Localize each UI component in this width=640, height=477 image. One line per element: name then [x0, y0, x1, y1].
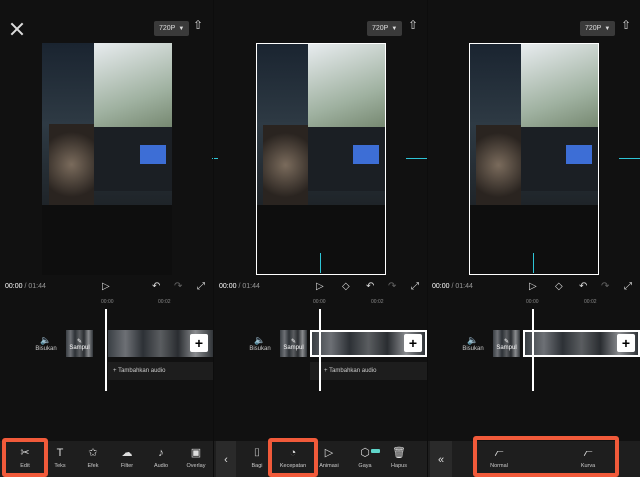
add-audio-row[interactable]: + Tambahkan audio — [108, 362, 213, 380]
cover-label: ✎ Sampul — [496, 339, 517, 351]
cover-label: ✎ Sampul — [283, 339, 304, 351]
keyframe-icon[interactable]: ◇ — [555, 281, 563, 292]
mute-button[interactable]: 🔈 Bisukan — [248, 335, 272, 352]
add-clip-button[interactable]: + — [617, 334, 635, 352]
resolution-dropdown[interactable]: 720P ▼ — [580, 21, 616, 36]
canvas-edge-line — [212, 158, 213, 159]
highlight-box-speed-options — [473, 436, 619, 477]
fullscreen-icon[interactable]: ⤢ — [624, 281, 632, 292]
canvas-edge-line — [214, 158, 218, 159]
cover-label: ✎ Sampul — [69, 339, 90, 351]
ruler-mark-2: 00:02 — [158, 299, 171, 305]
editor-panel-edit: 720P ▼ ⇧ 00:00 / 01:44 ▷ ◇ ↶ ↷ ⤢ 00:00 00… — [214, 0, 427, 477]
chevron-left-icon[interactable]: ‹ — [214, 447, 241, 467]
speaker-icon: 🔈 — [467, 335, 479, 345]
video-preview[interactable] — [256, 43, 386, 275]
video-preview[interactable] — [469, 43, 599, 275]
redo-icon[interactable]: ↷ — [174, 281, 182, 292]
redo-icon[interactable]: ↷ — [601, 281, 609, 292]
tool-overlay[interactable]: ▣ Overlay — [181, 447, 211, 469]
canvas-center-line — [533, 253, 534, 273]
playhead[interactable] — [532, 309, 534, 391]
editor-panel-speed: 720P ▼ ⇧ 00:00 / 01:44 ▷ ◇ ↶ ↷ ⤢ 00:00 00… — [428, 0, 640, 477]
mute-button[interactable]: 🔈 Bisukan — [461, 335, 485, 352]
caret-down-icon: ▼ — [391, 26, 398, 32]
editor-panel-main: 720P ▼ ⇧ 00:00 / 01:44 ▷ ↶ ↷ ⤢ 00:00 00:0… — [0, 0, 213, 477]
mute-button[interactable]: 🔈 Bisukan — [34, 335, 58, 352]
resolution-label: 720P — [585, 25, 602, 32]
animation-icon: ▷ — [324, 447, 334, 459]
resolution-label: 720P — [159, 25, 176, 32]
fullscreen-icon[interactable]: ⤢ — [197, 281, 205, 292]
export-icon[interactable]: ⇧ — [192, 18, 204, 34]
text-icon: T — [56, 447, 64, 459]
tool-teks[interactable]: T Teks — [45, 447, 75, 469]
add-clip-button[interactable]: + — [190, 334, 208, 352]
timecode: 00:00 / 01:44 — [219, 283, 260, 290]
caret-down-icon: ▼ — [178, 26, 185, 32]
tool-label: Filter — [120, 463, 134, 469]
tool-label: Gaya — [358, 463, 372, 469]
ruler-mark-0: 00:00 — [526, 299, 539, 305]
timecode: 00:00 / 01:44 — [432, 283, 473, 290]
speaker-icon: 🔈 — [254, 335, 266, 345]
highlight-box-speed — [268, 438, 318, 477]
overlay-icon: ▣ — [190, 447, 202, 459]
filter-icon: ☁ — [121, 447, 133, 459]
ruler-mark-0: 00:00 — [101, 299, 114, 305]
music-note-icon: ♪ — [158, 447, 164, 459]
close-icon[interactable] — [10, 22, 24, 36]
tool-label: Hapus — [391, 463, 407, 469]
video-preview — [42, 43, 172, 275]
play-icon[interactable]: ▷ — [529, 281, 537, 292]
playhead[interactable] — [319, 309, 321, 391]
tool-label: Audio — [153, 463, 169, 469]
add-clip-button[interactable]: + — [404, 334, 422, 352]
star-effect-icon: ✩ — [88, 447, 98, 459]
tool-label: Teks — [54, 463, 66, 469]
tool-label: Overlay — [186, 463, 206, 469]
ruler-mark-2: 00:02 — [584, 299, 597, 305]
highlight-box-edit — [2, 438, 48, 477]
tool-filter[interactable]: ☁ Filter — [112, 447, 142, 469]
canvas-center-line — [320, 253, 321, 273]
tool-hapus[interactable]: 🗑 Hapus — [384, 447, 414, 469]
fullscreen-icon[interactable]: ⤢ — [411, 281, 419, 292]
resolution-label: 720P — [372, 25, 389, 32]
tool-efek[interactable]: ✩ Efek — [78, 447, 108, 469]
ruler-mark-2: 00:02 — [371, 299, 384, 305]
export-icon[interactable]: ⇧ — [407, 18, 419, 34]
export-icon[interactable]: ⇧ — [620, 18, 632, 34]
resolution-dropdown[interactable]: 720P ▼ — [154, 21, 190, 36]
resolution-dropdown[interactable]: 720P ▼ — [367, 21, 403, 36]
ruler-mark-0: 00:00 — [313, 299, 326, 305]
tool-audio[interactable]: ♪ Audio — [146, 447, 176, 469]
tool-label: Animasi — [319, 463, 339, 469]
double-chevron-left-icon[interactable]: « — [428, 447, 456, 467]
canvas-edge-line — [619, 158, 640, 159]
tool-animasi[interactable]: ▷ Animasi — [314, 447, 344, 469]
undo-icon[interactable]: ↶ — [366, 281, 374, 292]
redo-icon[interactable]: ↷ — [388, 281, 396, 292]
add-audio-row[interactable]: + Tambahkan audio — [310, 362, 427, 380]
new-badge — [371, 449, 380, 453]
undo-icon[interactable]: ↶ — [152, 281, 160, 292]
timecode: 00:00 / 01:44 — [5, 283, 46, 290]
playhead[interactable] — [105, 309, 107, 391]
canvas-edge-line — [406, 158, 427, 159]
play-icon[interactable]: ▷ — [102, 281, 110, 292]
caret-down-icon: ▼ — [604, 26, 611, 32]
undo-icon[interactable]: ↶ — [579, 281, 587, 292]
delete-icon: 🗑 — [392, 447, 406, 459]
play-icon[interactable]: ▷ — [316, 281, 324, 292]
tool-label: Efek — [87, 463, 99, 469]
keyframe-icon[interactable]: ◇ — [342, 281, 350, 292]
speaker-icon: 🔈 — [40, 335, 52, 345]
